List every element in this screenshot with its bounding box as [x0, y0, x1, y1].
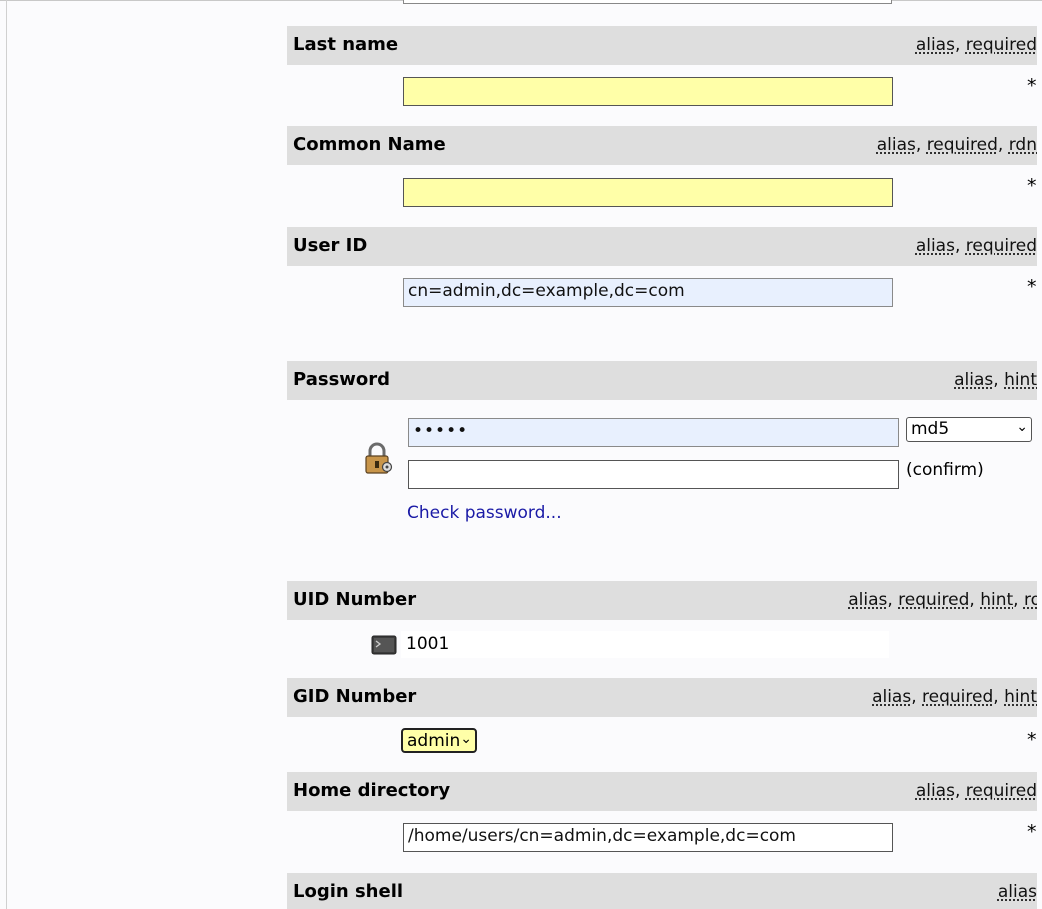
- lock-key-icon: [362, 442, 396, 481]
- login-shell-label: Login shell: [293, 881, 404, 902]
- user-id-required-mark: *: [1027, 276, 1037, 298]
- home-directory-tags: alias, required: [915, 781, 1037, 801]
- password-label: Password: [293, 369, 391, 390]
- uid-number-value-box: [401, 631, 889, 658]
- login-shell-tags: alias: [998, 882, 1037, 902]
- last-name-header: Last name alias, required: [287, 26, 1037, 65]
- tag-alias: alias: [997, 882, 1037, 902]
- tag-required: required: [965, 236, 1037, 256]
- common-name-input[interactable]: [403, 178, 893, 207]
- tag-alias: alias: [915, 35, 955, 55]
- terminal-icon: [371, 635, 397, 660]
- gid-number-label: GID Number: [293, 686, 417, 707]
- gid-number-header: GID Number alias, required, hint: [287, 678, 1037, 717]
- home-directory-label: Home directory: [293, 780, 451, 801]
- uid-number-label: UID Number: [293, 589, 417, 610]
- password-confirm-input[interactable]: [408, 460, 899, 489]
- check-password-link[interactable]: Check password...: [407, 503, 562, 523]
- tag-rdn: rdn: [1008, 135, 1037, 155]
- tag-required: required: [965, 35, 1037, 55]
- user-id-label: User ID: [293, 235, 368, 256]
- tag-alias: alias: [848, 590, 888, 610]
- chevron-down-icon: ⌄: [1016, 419, 1028, 435]
- previous-field-bottom: [403, 0, 892, 4]
- chevron-down-icon: ⌄: [460, 731, 472, 747]
- password-header: Password alias, hint: [287, 361, 1037, 400]
- home-directory-required-mark: *: [1027, 821, 1037, 843]
- user-id-header: User ID alias, required: [287, 227, 1037, 266]
- gid-number-required-mark: *: [1027, 729, 1037, 751]
- login-shell-header: Login shell alias: [287, 873, 1037, 909]
- last-name-input[interactable]: [403, 77, 893, 106]
- tag-required: required: [926, 135, 998, 155]
- user-id-tags: alias, required: [915, 236, 1037, 256]
- tag-alias: alias: [915, 236, 955, 256]
- tag-required: required: [898, 590, 970, 610]
- user-id-input[interactable]: cn=admin,dc=example,dc=com: [403, 278, 893, 307]
- password-input[interactable]: •••••: [408, 418, 899, 447]
- password-tags: alias, hint: [954, 370, 1037, 390]
- tag-hint: hint: [1004, 687, 1037, 707]
- common-name-header: Common Name alias, required, rdn: [287, 126, 1037, 165]
- last-name-label: Last name: [293, 34, 399, 55]
- tag-ro: ro: [1023, 590, 1037, 610]
- uid-number-value: 1001: [406, 634, 450, 654]
- tag-required: required: [965, 781, 1037, 801]
- gid-number-tags: alias, required, hint: [872, 687, 1037, 707]
- tag-hint: hint: [980, 590, 1014, 610]
- tag-alias: alias: [876, 135, 916, 155]
- home-directory-header: Home directory alias, required: [287, 772, 1037, 811]
- gid-number-value: admin: [407, 731, 461, 751]
- uid-number-tags: alias, required, hint, ro: [848, 590, 1037, 610]
- tag-hint: hint: [1004, 370, 1037, 390]
- home-directory-input[interactable]: /home/users/cn=admin,dc=example,dc=com: [403, 823, 893, 852]
- last-name-required-mark: *: [1027, 75, 1037, 97]
- tag-required: required: [922, 687, 994, 707]
- uid-number-header: UID Number alias, required, hint, ro: [287, 581, 1037, 620]
- tag-alias: alias: [915, 781, 955, 801]
- common-name-tags: alias, required, rdn: [876, 135, 1037, 155]
- password-confirm-label: (confirm): [906, 460, 984, 480]
- page-left-border: [6, 0, 7, 909]
- tag-alias: alias: [954, 370, 994, 390]
- password-hash-value: md5: [911, 419, 950, 439]
- password-hash-select[interactable]: md5 ⌄: [906, 417, 1032, 442]
- last-name-tags: alias, required: [915, 35, 1037, 55]
- common-name-label: Common Name: [293, 134, 446, 155]
- tag-alias: alias: [872, 687, 912, 707]
- gid-number-select[interactable]: admin ⌄: [401, 728, 477, 753]
- common-name-required-mark: *: [1027, 175, 1037, 197]
